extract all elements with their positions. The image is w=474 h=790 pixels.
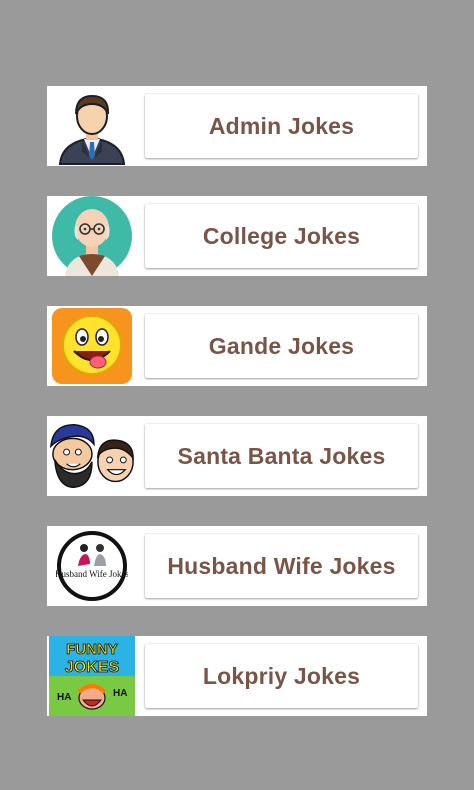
gande-jokes-button[interactable]: Gande Jokes	[145, 314, 418, 378]
category-row-husband-wife: Husband Wife Jokes Husband Wife Jokes	[47, 526, 427, 606]
category-row-lokpriy: FUNNY JOKES HA HA Lokpriy Jokes	[47, 636, 427, 716]
logo-text: Husband Wife Jokes	[56, 569, 128, 579]
category-row-santa-banta: Santa Banta Jokes	[47, 416, 427, 496]
logo-text: JOKES	[65, 659, 120, 676]
businessman-avatar-icon[interactable]	[47, 86, 137, 166]
category-row-admin: Admin Jokes	[47, 86, 427, 166]
category-row-gande: Gande Jokes	[47, 306, 427, 386]
husband-wife-jokes-button[interactable]: Husband Wife Jokes	[145, 534, 418, 598]
college-jokes-button[interactable]: College Jokes	[145, 204, 418, 268]
winking-smiley-icon[interactable]	[47, 306, 137, 386]
category-row-college: College Jokes	[47, 196, 427, 276]
admin-jokes-button[interactable]: Admin Jokes	[145, 94, 418, 158]
cartoon-duo-icon[interactable]	[47, 416, 137, 496]
professor-avatar-icon[interactable]	[47, 196, 137, 276]
funny-jokes-logo-icon[interactable]: FUNNY JOKES HA HA	[47, 636, 137, 716]
logo-text: FUNNY	[66, 641, 118, 658]
santa-banta-jokes-button[interactable]: Santa Banta Jokes	[145, 424, 418, 488]
joke-category-list: Admin Jokes College Jokes Gande Jokes Sa…	[47, 86, 427, 746]
lokpriy-jokes-button[interactable]: Lokpriy Jokes	[145, 644, 418, 708]
logo-text: HA	[57, 692, 71, 703]
logo-text: HA	[113, 688, 127, 699]
husband-wife-logo-icon[interactable]: Husband Wife Jokes	[47, 526, 137, 606]
